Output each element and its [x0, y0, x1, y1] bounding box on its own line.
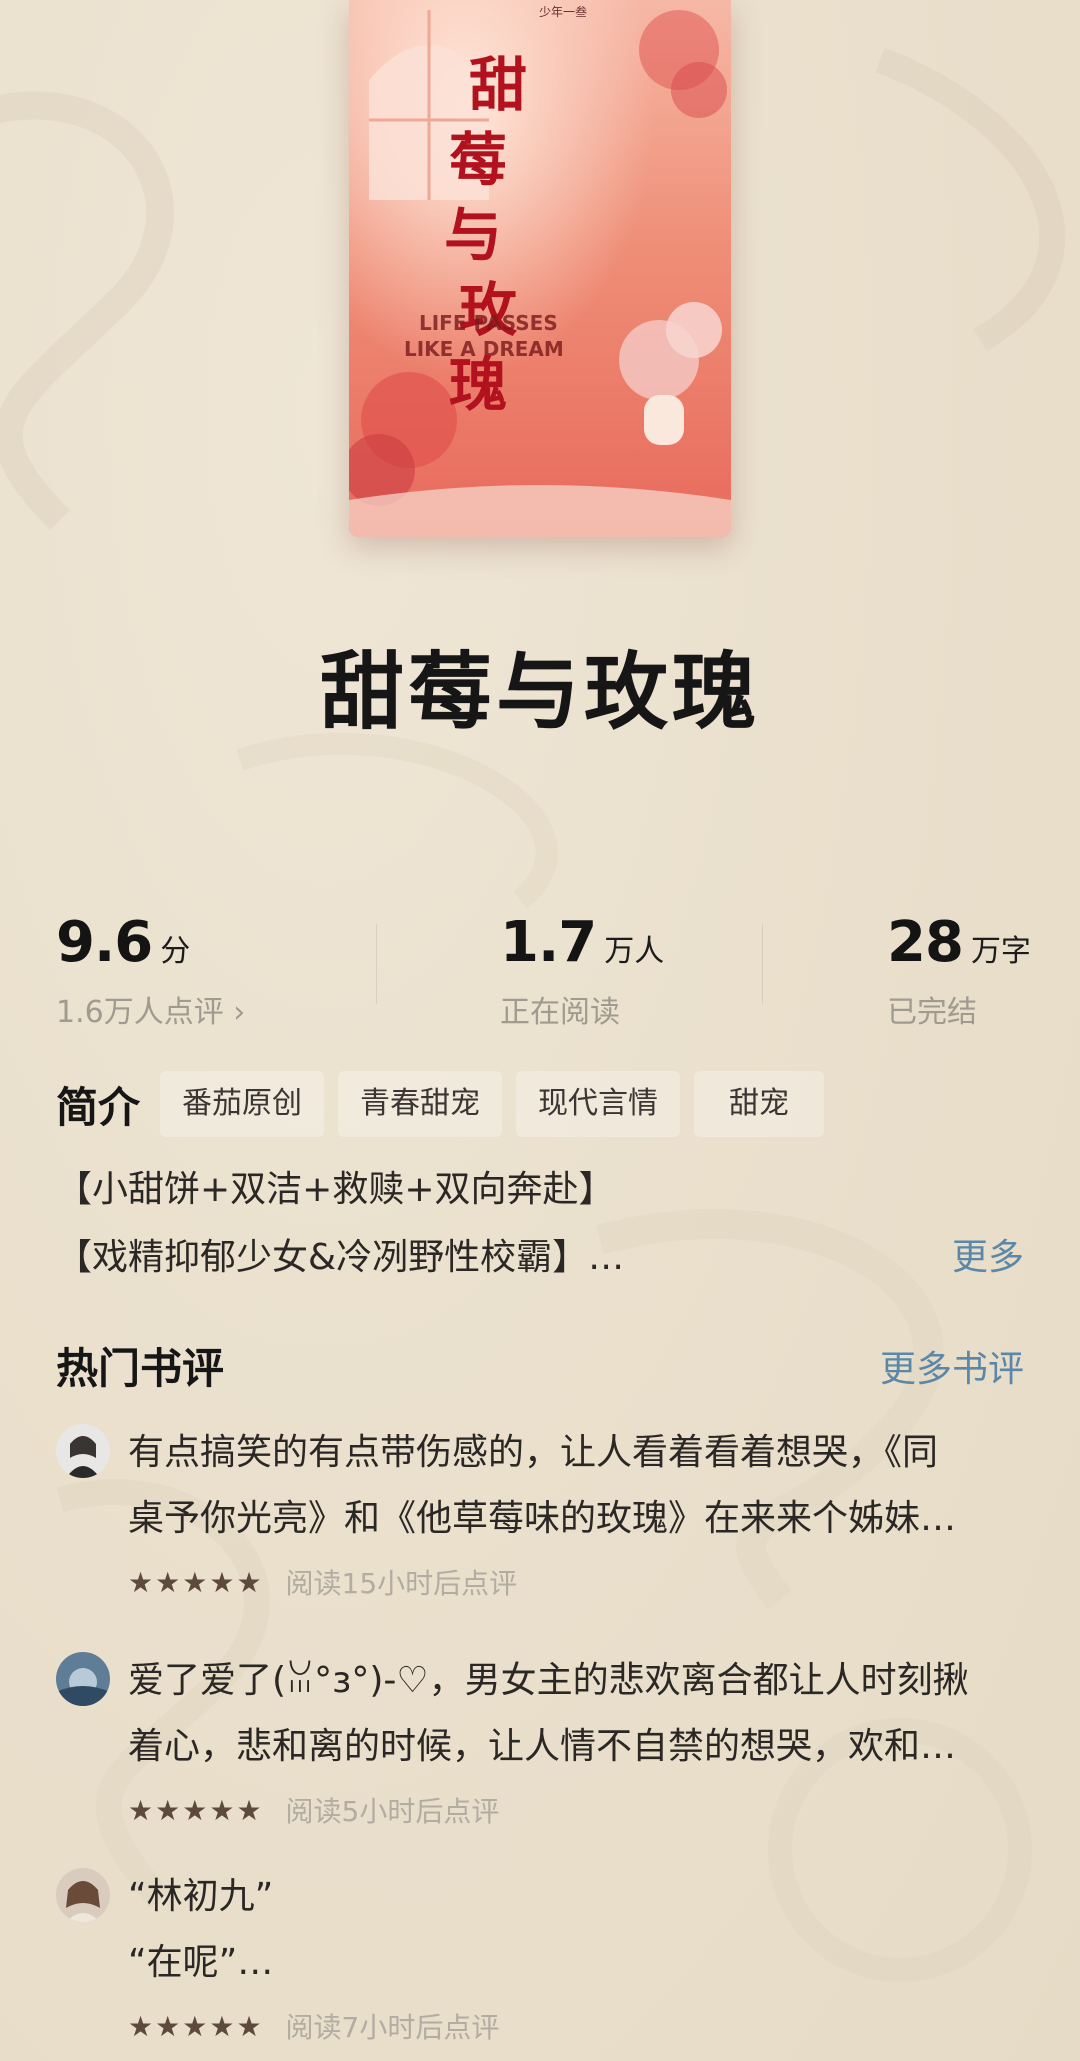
review-line: 桌予你光亮》和《他草莓味的玫瑰》在来来个姊妹…: [128, 1498, 957, 1539]
stats-divider: [762, 924, 763, 1004]
book-title: 甜莓与玫瑰: [319, 643, 760, 741]
review-line: 着心，悲和离的时候，让人情不自禁的想哭，欢和…: [128, 1726, 957, 1767]
review-meta: ★ ★ ★ ★ ★ 阅读5小时后点评: [128, 1790, 499, 1830]
review-text: 爱了爱了(ꈍ°з°)-♡，男女主的悲欢离合都让人时刻揪 着心，悲和离的时候，让人…: [128, 1648, 1024, 1780]
star-icon: ★: [182, 1793, 208, 1827]
star-icon: ★: [209, 1565, 235, 1599]
words-unit: 万字: [970, 934, 1031, 969]
intro-more-button[interactable]: 更多: [952, 1228, 1024, 1280]
review-read-time: 阅读5小时后点评: [285, 1795, 500, 1828]
readers-stat: 1.7 万人 正在阅读: [500, 910, 664, 1031]
review-meta: ★ ★ ★ ★ ★ 阅读7小时后点评: [128, 2006, 499, 2046]
star-icon: ★: [236, 1793, 262, 1827]
star-icon: ★: [209, 2009, 235, 2043]
review-line: 爱了爱了(ꈍ°з°)-♡，男女主的悲欢离合都让人时刻揪: [128, 1660, 969, 1701]
review-text: 有点搞笑的有点带伤感的，让人看着看着想哭，《同 桌予你光亮》和《他草莓味的玫瑰》…: [128, 1420, 1024, 1552]
star-rating: ★ ★ ★ ★ ★: [128, 2010, 264, 2043]
rating-stat[interactable]: 9.6 分 1.6万人点评 ›: [56, 910, 245, 1031]
words-value: 28: [887, 910, 964, 975]
star-icon: ★: [155, 1565, 181, 1599]
star-rating: ★ ★ ★ ★ ★: [128, 1566, 264, 1599]
rating-count-link[interactable]: 1.6万人点评 ›: [56, 987, 245, 1031]
review-line: “在呢”…: [128, 1942, 274, 1983]
readers-unit: 万人: [604, 934, 665, 969]
star-icon: ★: [182, 1565, 208, 1599]
tag-chip[interactable]: 现代言情: [516, 1071, 681, 1137]
intro-header: 简介 番茄原创 青春甜宠 现代言情 甜宠: [56, 1070, 838, 1138]
review-text: “林初九” “在呢”…: [128, 1864, 1024, 1996]
more-reviews-button[interactable]: 更多书评: [880, 1340, 1024, 1392]
star-icon: ★: [155, 2009, 181, 2043]
cover-english-line: LIKE A DREAM: [404, 337, 564, 361]
words-stat: 28 万字 已完结: [887, 910, 1031, 1031]
review-line: “林初九”: [128, 1876, 274, 1917]
stats-row: 9.6 分 1.6万人点评 › 1.7 万人 正在阅读 28 万字 已完结: [0, 910, 1080, 1030]
cover-title-glyph: 甜: [469, 51, 527, 119]
stats-divider: [376, 924, 377, 1004]
readers-value: 1.7: [500, 910, 597, 975]
review-read-time: 阅读15小时后点评: [285, 1567, 518, 1600]
cover-illustration: 甜 莓 与 玫 瑰 LIFE PASSES LIKE A DREAM 少年一叁: [349, 0, 731, 537]
star-rating: ★ ★ ★ ★ ★: [128, 1794, 264, 1827]
avatar[interactable]: [56, 1868, 110, 1922]
cover-title-glyph: 与: [444, 201, 502, 269]
review-item[interactable]: 有点搞笑的有点带伤感的，让人看着看着想哭，《同 桌予你光亮》和《他草莓味的玫瑰》…: [56, 1420, 1024, 1600]
intro-text-line: 【戏精抑郁少女&冷冽野性校霸】…: [56, 1237, 625, 1278]
cover-title-glyph: 莓: [449, 126, 507, 194]
star-icon: ★: [128, 1793, 154, 1827]
star-icon: ★: [182, 2009, 208, 2043]
intro-text-line: 【小甜饼+双洁+救赎+双向奔赴】: [56, 1169, 615, 1210]
hot-reviews-title: 热门书评: [56, 1344, 225, 1393]
star-icon: ★: [128, 1565, 154, 1599]
review-meta: ★ ★ ★ ★ ★ 阅读15小时后点评: [128, 1562, 517, 1602]
rating-unit: 分: [160, 934, 191, 969]
review-read-time: 阅读7小时后点评: [285, 2011, 500, 2044]
star-icon: ★: [128, 2009, 154, 2043]
tag-chip[interactable]: 甜宠: [694, 1071, 825, 1137]
cover-title-glyph: 瑰: [449, 351, 507, 419]
completion-status: 已完结: [887, 995, 977, 1030]
star-icon: ★: [236, 1565, 262, 1599]
readers-label: 正在阅读: [500, 995, 620, 1030]
cover-author-tag: 少年一叁: [539, 4, 587, 19]
star-icon: ★: [155, 1793, 181, 1827]
star-icon: ★: [209, 1793, 235, 1827]
tag-chip[interactable]: 青春甜宠: [338, 1071, 503, 1137]
review-item[interactable]: “林初九” “在呢”… ★ ★ ★ ★ ★ 阅读7小时后点评: [56, 1864, 1024, 2044]
review-line: 有点搞笑的有点带伤感的，让人看着看着想哭，《同: [128, 1432, 939, 1473]
rating-value: 9.6: [56, 910, 153, 975]
tag-chip[interactable]: 番茄原创: [160, 1071, 325, 1137]
avatar[interactable]: [56, 1424, 110, 1478]
cover-english-line: LIFE PASSES: [419, 311, 558, 335]
review-item[interactable]: 爱了爱了(ꈍ°з°)-♡，男女主的悲欢离合都让人时刻揪 着心，悲和离的时候，让人…: [56, 1648, 1024, 1828]
star-icon: ★: [236, 2009, 262, 2043]
book-cover[interactable]: 甜 莓 与 玫 瑰 LIFE PASSES LIKE A DREAM 少年一叁: [349, 0, 731, 537]
intro-label: 简介: [56, 1082, 141, 1132]
avatar[interactable]: [56, 1652, 110, 1706]
